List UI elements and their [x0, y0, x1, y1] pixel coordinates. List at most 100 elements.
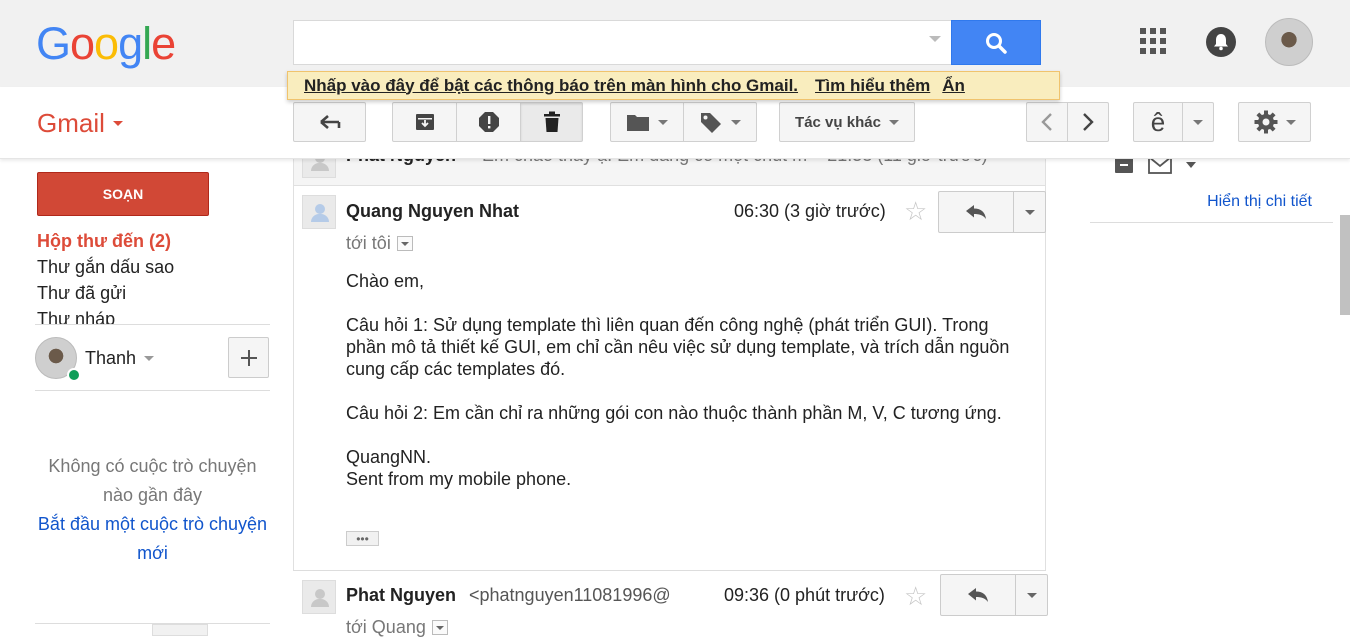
- recipients: tới Quang: [346, 617, 448, 638]
- show-details-link[interactable]: Hiển thị chi tiết: [1090, 193, 1312, 211]
- sender-name[interactable]: Phat Nguyen: [346, 585, 456, 606]
- reply-button[interactable]: [941, 575, 1016, 615]
- online-status-indicator: [67, 368, 81, 382]
- reply-icon: [968, 588, 988, 602]
- newer-conversation-button[interactable]: [1067, 102, 1109, 142]
- reply-button-group: [940, 574, 1048, 616]
- scrollbar[interactable]: [1340, 215, 1350, 315]
- more-actions-button[interactable]: Tác vụ khác: [779, 102, 915, 142]
- compose-button[interactable]: SOẠN: [37, 172, 209, 216]
- chevron-down-icon: [435, 625, 444, 630]
- chevron-down-icon: [1024, 209, 1035, 215]
- body-paragraph: Câu hỏi 1: Sử dụng template thì liên qua…: [346, 315, 1010, 379]
- logo-letter: G: [36, 18, 71, 69]
- newer-icon: [1083, 113, 1094, 131]
- gmail-label: Gmail: [37, 108, 105, 138]
- reply-button-group: [938, 191, 1046, 233]
- chevron-down-icon: [144, 356, 155, 361]
- chevron-down-icon: [400, 241, 409, 246]
- recipients-label: tới tôi: [346, 233, 391, 253]
- chevron-down-icon: [1285, 119, 1296, 125]
- logo-letter: o: [94, 18, 119, 69]
- show-details-dropdown[interactable]: [431, 620, 448, 635]
- delete-icon: [543, 111, 560, 132]
- back-to-inbox-button[interactable]: [293, 102, 366, 142]
- reply-button[interactable]: [939, 192, 1014, 232]
- show-trimmed-content-button[interactable]: •••: [346, 531, 379, 546]
- new-chat-button[interactable]: [228, 337, 269, 378]
- search-button[interactable]: [951, 20, 1041, 65]
- back-icon: [319, 115, 340, 129]
- chevron-down-icon: [888, 119, 899, 125]
- learn-more-link[interactable]: Tìm hiểu thêm: [815, 76, 930, 96]
- chevron-down-icon: [1193, 119, 1203, 125]
- body-paragraph: QuangNN. Sent from my mobile phone.: [346, 447, 572, 489]
- search-input[interactable]: [293, 20, 951, 65]
- older-icon: [1041, 113, 1052, 131]
- reply-icon: [966, 205, 986, 219]
- sender-avatar: [302, 195, 336, 229]
- input-tools-dropdown[interactable]: [1182, 102, 1214, 142]
- plus-icon: [240, 349, 257, 366]
- sender-name[interactable]: Quang Nguyen Nhat: [346, 201, 519, 222]
- logo-letter: l: [142, 18, 152, 69]
- spam-icon: [478, 112, 499, 132]
- divider: [35, 390, 270, 391]
- no-recent-chats-text: Không có cuộc trò chuyện nào gần đây: [48, 456, 257, 505]
- divider: [1090, 222, 1333, 223]
- notifications-icon[interactable]: [1206, 27, 1236, 57]
- desktop-notification-banner: Nhấp vào đây để bật các thông báo trên m…: [287, 71, 1060, 100]
- more-message-actions-button[interactable]: [1014, 192, 1045, 232]
- archive-icon: [415, 114, 434, 130]
- divider: [35, 324, 270, 325]
- body-paragraph: Chào em,: [346, 271, 425, 291]
- recipients: tới tôi: [346, 233, 413, 254]
- nav-starred[interactable]: Thư gắn dấu sao: [37, 257, 174, 278]
- sender-avatar: [302, 580, 336, 614]
- archive-button[interactable]: [392, 102, 457, 142]
- nav-drafts[interactable]: Thư nháp: [37, 309, 115, 325]
- message-body: Chào em, Câu hỏi 1: Sử dụng template thì…: [346, 270, 1026, 490]
- chevron-down-icon: [1026, 592, 1037, 598]
- message-time: 06:30 (3 giờ trước): [734, 201, 886, 221]
- older-conversation-button[interactable]: [1026, 102, 1068, 142]
- google-logo[interactable]: Google: [36, 18, 176, 70]
- show-details-dropdown[interactable]: [396, 236, 413, 251]
- start-new-chat-link[interactable]: Bắt đầu một cuộc trò chuyện mới: [35, 510, 270, 568]
- enable-notifications-link[interactable]: Nhấp vào đây để bật các thông báo trên m…: [304, 76, 798, 96]
- account-avatar[interactable]: [1265, 18, 1313, 66]
- star-icon[interactable]: ☆: [904, 198, 927, 224]
- chevron-down-icon: [731, 119, 741, 125]
- input-tools-button[interactable]: ê: [1133, 102, 1183, 142]
- labels-button[interactable]: [683, 102, 757, 142]
- chat-status-menu[interactable]: Thanh: [85, 348, 155, 369]
- star-icon[interactable]: ☆: [904, 583, 927, 609]
- body-paragraph: Câu hỏi 2: Em cần chỉ ra những gói con n…: [346, 403, 1002, 423]
- search-options-dropdown[interactable]: [929, 36, 941, 42]
- delete-button[interactable]: [520, 102, 583, 142]
- message-time: 09:36 (0 phút trước): [724, 585, 885, 605]
- input-tools-icon: ê: [1150, 106, 1166, 137]
- nav-inbox[interactable]: Hộp thư đến (2): [37, 231, 171, 252]
- more-message-actions-button[interactable]: [1016, 575, 1047, 615]
- sidebar-tab[interactable]: [152, 624, 208, 636]
- recipients-label: tới Quang: [346, 617, 426, 637]
- move-to-icon: [627, 115, 649, 131]
- logo-letter: e: [151, 18, 176, 69]
- chevron-down-icon: [112, 121, 123, 126]
- more-actions-label: Tác vụ khác: [795, 113, 881, 131]
- nav-sent[interactable]: Thư đã gửi: [37, 283, 126, 304]
- chevron-down-icon: [658, 119, 668, 125]
- report-spam-button[interactable]: [456, 102, 521, 142]
- apps-icon[interactable]: [1140, 28, 1166, 54]
- labels-icon: [701, 113, 721, 133]
- settings-icon: [1254, 110, 1277, 134]
- gmail-app-switcher[interactable]: Gmail: [37, 108, 123, 139]
- chevron-down-icon[interactable]: [1186, 162, 1196, 168]
- search-icon: [986, 32, 1007, 54]
- settings-button[interactable]: [1238, 102, 1311, 142]
- dismiss-link[interactable]: Ẩn: [942, 76, 965, 96]
- logo-letter: g: [118, 18, 143, 69]
- move-to-button[interactable]: [610, 102, 684, 142]
- sender-email: <phatnguyen11081996@: [469, 585, 671, 605]
